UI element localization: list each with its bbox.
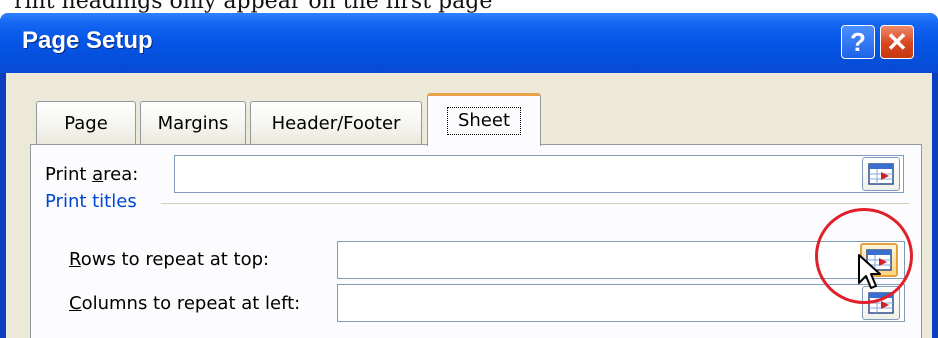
tab-margins[interactable]: Margins (140, 101, 246, 145)
print-area-field[interactable] (174, 155, 904, 193)
close-button[interactable]: ✕ (880, 25, 914, 59)
print-area-label: Print area: (45, 164, 139, 185)
dialog-body: Page Margins Header/Footer Sheet Print a… (6, 73, 932, 338)
group-divider (161, 203, 909, 204)
tab-label: Sheet (446, 107, 522, 135)
dialog-title: Page Setup (22, 27, 153, 54)
tab-sheet[interactable]: Sheet (427, 93, 541, 146)
tab-header-footer[interactable]: Header/Footer (250, 101, 422, 145)
print-titles-group-label: Print titles (45, 191, 137, 212)
page-caption: rint headings only appear on the first p… (14, 0, 493, 13)
tab-label: Page (64, 113, 108, 134)
tab-label: Margins (157, 113, 229, 134)
print-area-collapse-button[interactable] (862, 157, 900, 191)
close-icon: ✕ (886, 26, 908, 57)
help-icon: ? (850, 26, 866, 57)
page-setup-dialog: Page Setup ? ✕ Page Margins Header/Foote… (0, 13, 938, 338)
rows-to-repeat-label: Rows to repeat at top: (69, 249, 270, 270)
mouse-pointer-icon (858, 254, 881, 289)
tab-label: Header/Footer (271, 113, 401, 134)
columns-to-repeat-label: Columns to repeat at left: (69, 293, 301, 314)
help-button[interactable]: ? (841, 25, 875, 59)
sheet-tab-panel: Print area: Print titles Rows to repeat … (30, 144, 922, 338)
tab-page[interactable]: Page (36, 101, 136, 145)
title-bar[interactable]: Page Setup ? ✕ (0, 13, 938, 73)
columns-to-repeat-field[interactable] (337, 284, 905, 322)
collapse-dialog-icon (868, 163, 894, 185)
